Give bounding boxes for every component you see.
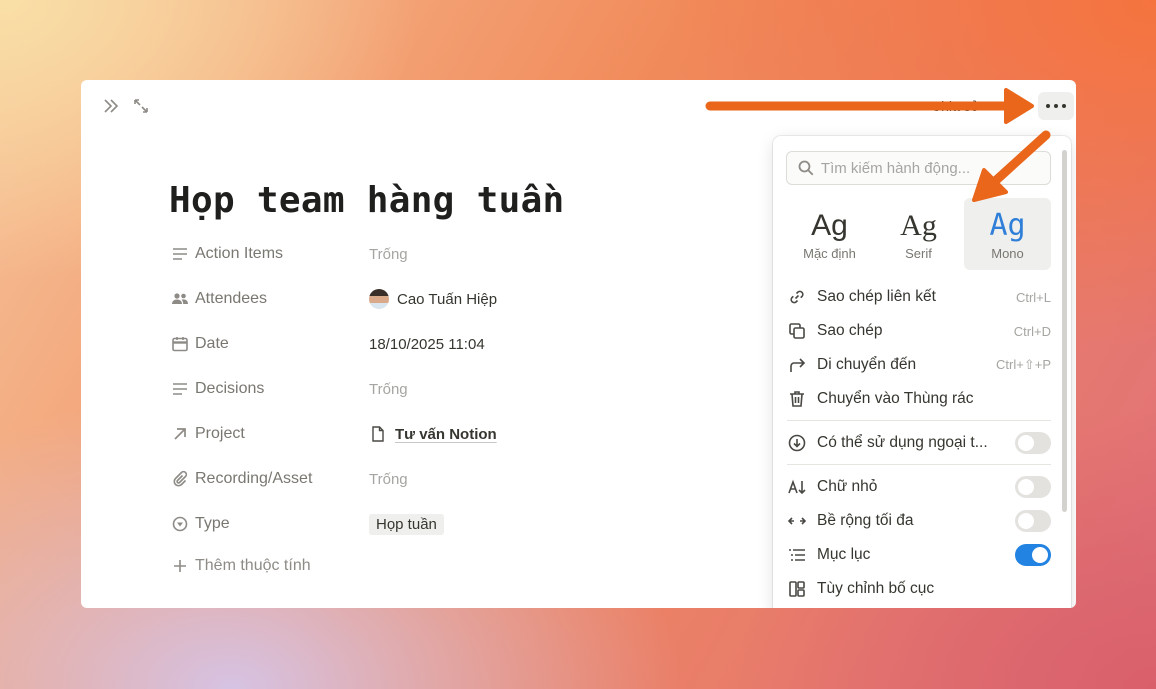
expand-icon[interactable] (131, 96, 151, 116)
font-sample: Ag (989, 207, 1026, 243)
link-icon (790, 290, 804, 304)
small-text-icon (788, 479, 806, 495)
property-value[interactable]: 18/10/2025 11:04 (369, 336, 485, 353)
menu-divider (787, 420, 1051, 421)
menu-item-full-width[interactable]: Bề rộng tối đa (787, 507, 1051, 535)
text-lines-icon (173, 248, 187, 260)
property-name: Decisions (195, 380, 265, 397)
font-option-mono[interactable]: Ag Mono (964, 198, 1051, 270)
menu-scrollbar[interactable] (1062, 150, 1067, 512)
search-icon (798, 160, 814, 176)
property-value[interactable]: Cao Tuấn Hiệp (397, 291, 497, 308)
calendar-icon (172, 337, 188, 352)
menu-item-table-of-contents[interactable]: Mục lục (787, 541, 1051, 569)
move-icon (790, 358, 806, 372)
full-width-icon (787, 517, 807, 525)
property-value[interactable]: Trống (369, 381, 408, 398)
property-value[interactable]: Trống (369, 246, 408, 263)
property-decisions[interactable]: Decisions Trống (171, 377, 751, 401)
property-name: Type (195, 515, 230, 532)
offline-toggle[interactable] (1015, 432, 1051, 454)
menu-item-small-text[interactable]: Chữ nhỏ (787, 473, 1051, 501)
property-date[interactable]: Date 18/10/2025 11:04 (171, 332, 751, 356)
menu-item-label: Mục lục (817, 546, 871, 563)
property-action-items[interactable]: Action Items Trống (171, 242, 751, 266)
add-property-button[interactable]: Thêm thuộc tính (173, 557, 311, 575)
close-peek-icon[interactable] (101, 96, 121, 116)
menu-item-duplicate[interactable]: Sao chép Ctrl+D (787, 317, 1051, 345)
property-name: Date (195, 335, 229, 352)
font-sample: Ag (900, 208, 937, 242)
action-search-input[interactable] (820, 159, 1050, 177)
page-options-menu: Ag Mặc định Ag Serif Ag Mono Sao chép li… (773, 136, 1071, 608)
menu-item-label: Bề rộng tối đa (817, 512, 914, 529)
property-name: Project (195, 425, 245, 442)
property-type[interactable]: Type Họp tuần (171, 512, 751, 536)
font-option-serif[interactable]: Ag Serif (875, 198, 962, 270)
page-icon (372, 426, 384, 442)
project-link[interactable]: Tư vấn Notion (395, 426, 497, 443)
select-icon (172, 516, 188, 532)
property-attendees[interactable]: Attendees Cao Tuấn Hiệp (171, 287, 751, 311)
more-options-button[interactable] (1038, 92, 1074, 120)
menu-item-label: Có thể sử dụng ngoại t... (817, 434, 988, 451)
font-label: Mặc định (803, 245, 856, 261)
plus-icon (174, 560, 186, 572)
small-text-toggle[interactable] (1015, 476, 1051, 498)
people-icon (172, 293, 188, 304)
type-tag[interactable]: Họp tuần (369, 513, 444, 535)
menu-item-available-offline[interactable]: Có thể sử dụng ngoại t... (787, 429, 1051, 457)
property-project[interactable]: Project Tư vấn Notion (171, 422, 751, 446)
property-recording-asset[interactable]: Recording/Asset Trống (171, 467, 751, 491)
avatar (369, 289, 389, 309)
table-of-contents-toggle[interactable] (1015, 544, 1051, 566)
menu-item-label: Chữ nhỏ (817, 478, 878, 495)
font-label: Mono (991, 245, 1024, 261)
property-name: Attendees (195, 290, 268, 307)
duplicate-icon (789, 323, 805, 339)
attachment-icon (173, 470, 188, 487)
page-title[interactable]: Họp team hàng tuần (169, 180, 565, 221)
notion-page-window: Chia sẻ Họp team hàng tuần Action Items … (81, 80, 1076, 608)
font-picker: Ag Mặc định Ag Serif Ag Mono (786, 198, 1051, 270)
shortcut: Ctrl+L (1015, 289, 1051, 305)
menu-item-customize-layout[interactable]: Tùy chỉnh bố cục (787, 575, 1051, 603)
menu-divider (787, 464, 1051, 465)
table-of-contents-icon (789, 549, 805, 561)
trash-icon (790, 391, 804, 407)
menu-item-label: Tùy chỉnh bố cục (817, 580, 935, 597)
property-name: Recording/Asset (195, 470, 313, 487)
full-width-toggle[interactable] (1015, 510, 1051, 532)
relation-arrow-icon (174, 428, 186, 440)
menu-item-label: Sao chép liên kết (817, 288, 936, 305)
menu-item-label: Chuyển vào Thùng rác (817, 390, 974, 407)
download-circle-icon (788, 434, 806, 452)
text-lines-icon (173, 383, 187, 395)
font-label: Serif (905, 245, 932, 261)
menu-item-label: Sao chép (817, 322, 883, 339)
shortcut: Ctrl+D (1013, 323, 1051, 339)
menu-item-move-to[interactable]: Di chuyển đến Ctrl+⇧+P (787, 351, 1051, 379)
layout-icon (789, 581, 805, 597)
property-value[interactable]: Trống (369, 471, 408, 488)
font-sample: Ag (811, 208, 848, 242)
menu-item-move-to-trash[interactable]: Chuyển vào Thùng rác (787, 385, 1051, 413)
add-property-label: Thêm thuộc tính (195, 557, 311, 574)
menu-item-copy-link[interactable]: Sao chép liên kết Ctrl+L (787, 283, 1051, 311)
font-option-default[interactable]: Ag Mặc định (786, 198, 873, 270)
menu-item-label: Di chuyển đến (817, 356, 917, 373)
share-button[interactable]: Chia sẻ (931, 98, 978, 114)
ellipsis-icon (1046, 104, 1066, 108)
shortcut: Ctrl+⇧+P (996, 357, 1051, 372)
action-search[interactable] (786, 151, 1051, 185)
property-name: Action Items (195, 245, 284, 262)
